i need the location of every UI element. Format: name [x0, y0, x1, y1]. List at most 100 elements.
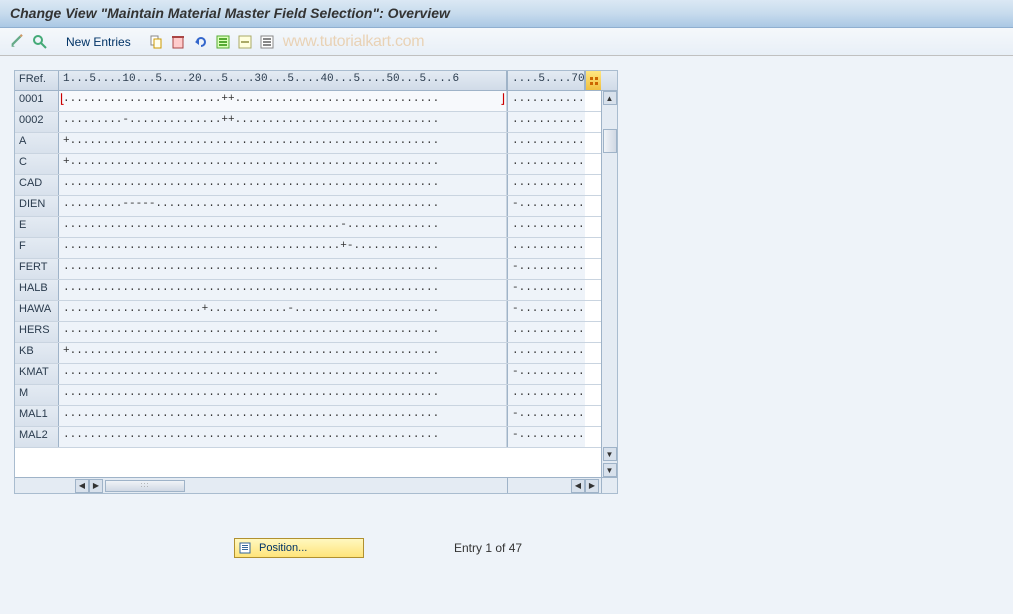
- cell-fieldstring-right[interactable]: -...........: [507, 427, 585, 447]
- entry-counter-text: Entry 1 of 47: [454, 541, 522, 555]
- cell-fref[interactable]: KB: [15, 343, 59, 363]
- other-entry-button[interactable]: [30, 32, 50, 52]
- hscroll-right-button[interactable]: ▶: [89, 479, 103, 493]
- grid-config-button[interactable]: [585, 71, 601, 90]
- cell-fieldstring-main[interactable]: ........................................…: [59, 406, 507, 426]
- scroll-down-button[interactable]: ▼: [603, 447, 617, 461]
- grid-header: FRef. 1...5....10...5....20...5....30...…: [15, 71, 617, 91]
- cell-fieldstring-main[interactable]: .....................+............-.....…: [59, 301, 507, 321]
- cell-fref[interactable]: HALB: [15, 280, 59, 300]
- hscroll-left-button-2[interactable]: ◀: [571, 479, 585, 493]
- cell-fref[interactable]: F: [15, 238, 59, 258]
- col-header-ruler-right[interactable]: ....5....70...9: [507, 71, 585, 90]
- table-row[interactable]: E.......................................…: [15, 217, 601, 238]
- cell-fieldstring-main[interactable]: .........-----..........................…: [59, 196, 507, 216]
- cell-fref[interactable]: HAWA: [15, 301, 59, 321]
- table-row[interactable]: HALB....................................…: [15, 280, 601, 301]
- cell-fref[interactable]: DIEN: [15, 196, 59, 216]
- table-row[interactable]: A+......................................…: [15, 133, 601, 154]
- cell-fieldstring-main[interactable]: ........................................…: [59, 238, 507, 258]
- table-row[interactable]: MAL1....................................…: [15, 406, 601, 427]
- horizontal-scrollbar: ◀ ▶ ::: ◀ ▶: [15, 477, 617, 493]
- vscroll-thumb[interactable]: [603, 129, 617, 153]
- table-row[interactable]: 0001........................++..........…: [15, 91, 601, 112]
- cell-fref[interactable]: FERT: [15, 259, 59, 279]
- table-row[interactable]: HAWA.....................+............-.…: [15, 301, 601, 322]
- position-button-label: Position...: [259, 542, 307, 554]
- select-block-button[interactable]: [235, 32, 255, 52]
- cell-fieldstring-right[interactable]: ............: [507, 112, 585, 132]
- cell-fieldstring-right[interactable]: -...........: [507, 406, 585, 426]
- table-row[interactable]: MAL2....................................…: [15, 427, 601, 448]
- watermark-text: www.tutorialkart.com: [283, 33, 425, 51]
- cell-fieldstring-right[interactable]: -...........: [507, 364, 585, 384]
- cell-fref[interactable]: E: [15, 217, 59, 237]
- cell-fieldstring-main[interactable]: ........................................…: [59, 259, 507, 279]
- vertical-scrollbar[interactable]: ▲ ▼ ▼: [601, 91, 617, 477]
- deselect-all-button[interactable]: [257, 32, 277, 52]
- cell-fref[interactable]: 0002: [15, 112, 59, 132]
- table-row[interactable]: CAD.....................................…: [15, 175, 601, 196]
- position-button[interactable]: Position...: [234, 538, 364, 558]
- select-all-button[interactable]: [213, 32, 233, 52]
- cell-fieldstring-right[interactable]: ............: [507, 154, 585, 174]
- scroll-down-button-2[interactable]: ▼: [603, 463, 617, 477]
- cell-fieldstring-right[interactable]: ............: [507, 343, 585, 363]
- undo-button[interactable]: [191, 32, 211, 52]
- cell-fref[interactable]: 0001: [15, 91, 59, 111]
- cell-fieldstring-right[interactable]: -...........: [507, 301, 585, 321]
- table-row[interactable]: KMAT....................................…: [15, 364, 601, 385]
- table-row[interactable]: HERS....................................…: [15, 322, 601, 343]
- selection-bracket-right: ⌋: [499, 92, 507, 107]
- cell-fieldstring-main[interactable]: ........................................…: [59, 427, 507, 447]
- cell-fieldstring-main[interactable]: +.......................................…: [59, 133, 507, 153]
- cell-fieldstring-right[interactable]: -...........: [507, 259, 585, 279]
- content-area: FRef. 1...5....10...5....20...5....30...…: [0, 56, 1013, 614]
- cell-fref[interactable]: A: [15, 133, 59, 153]
- cell-fieldstring-main[interactable]: .........-..............++..............…: [59, 112, 507, 132]
- cell-fieldstring-right[interactable]: ............: [507, 322, 585, 342]
- cell-fieldstring-main[interactable]: +.......................................…: [59, 154, 507, 174]
- table-row[interactable]: M.......................................…: [15, 385, 601, 406]
- table-row[interactable]: 0002.........-..............++..........…: [15, 112, 601, 133]
- new-entries-button[interactable]: New Entries: [60, 33, 137, 51]
- col-header-fref[interactable]: FRef.: [15, 71, 59, 90]
- table-row[interactable]: FERT....................................…: [15, 259, 601, 280]
- cell-fieldstring-right[interactable]: -...........: [507, 196, 585, 216]
- cell-fieldstring-main[interactable]: ........................................…: [59, 175, 507, 195]
- scroll-up-button[interactable]: ▲: [603, 91, 617, 105]
- cell-fieldstring-right[interactable]: ............: [507, 385, 585, 405]
- hscroll-right-button-2[interactable]: ▶: [585, 479, 599, 493]
- toggle-display-change-button[interactable]: [8, 32, 28, 52]
- cell-fref[interactable]: CAD: [15, 175, 59, 195]
- hscroll-left-button[interactable]: ◀: [75, 479, 89, 493]
- cell-fref[interactable]: C: [15, 154, 59, 174]
- table-row[interactable]: C+......................................…: [15, 154, 601, 175]
- table-row[interactable]: KB+.....................................…: [15, 343, 601, 364]
- col-header-ruler-main[interactable]: 1...5....10...5....20...5....30...5....4…: [59, 71, 507, 90]
- cell-fieldstring-main[interactable]: ........................................…: [59, 385, 507, 405]
- table-row[interactable]: F.......................................…: [15, 238, 601, 259]
- table-row[interactable]: DIEN.........-----......................…: [15, 196, 601, 217]
- delete-button[interactable]: [169, 32, 189, 52]
- copy-as-button[interactable]: [147, 32, 167, 52]
- cell-fieldstring-right[interactable]: -...........: [507, 280, 585, 300]
- cell-fieldstring-right[interactable]: ............: [507, 91, 585, 111]
- cell-fref[interactable]: MAL2: [15, 427, 59, 447]
- cell-fieldstring-main[interactable]: ........................................…: [59, 322, 507, 342]
- cell-fref[interactable]: MAL1: [15, 406, 59, 426]
- cell-fieldstring-main[interactable]: +.......................................…: [59, 343, 507, 363]
- cell-fieldstring-main[interactable]: ........................................…: [59, 364, 507, 384]
- cell-fieldstring-right[interactable]: ............: [507, 238, 585, 258]
- cell-fieldstring-main[interactable]: ........................................…: [59, 280, 507, 300]
- cell-fieldstring-right[interactable]: ............: [507, 133, 585, 153]
- cell-fref[interactable]: HERS: [15, 322, 59, 342]
- hscroll-thumb[interactable]: :::: [105, 480, 185, 492]
- cell-fieldstring-main[interactable]: ........................++..............…: [59, 91, 507, 111]
- selection-bracket-left: ⌊: [59, 92, 66, 107]
- cell-fref[interactable]: M: [15, 385, 59, 405]
- cell-fieldstring-main[interactable]: ........................................…: [59, 217, 507, 237]
- cell-fieldstring-right[interactable]: ............: [507, 175, 585, 195]
- cell-fieldstring-right[interactable]: ............: [507, 217, 585, 237]
- cell-fref[interactable]: KMAT: [15, 364, 59, 384]
